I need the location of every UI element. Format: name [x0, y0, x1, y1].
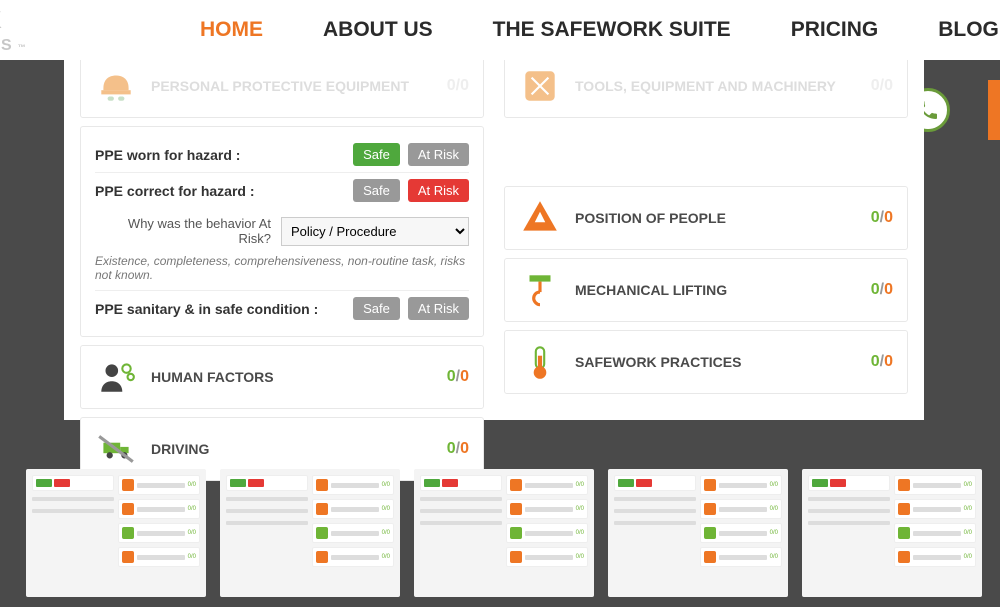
ratio: 0/0	[447, 77, 469, 95]
nav-about[interactable]: ABOUT US	[323, 18, 433, 42]
safe-button[interactable]: Safe	[353, 297, 400, 320]
sub-label: PPE worn for hazard :	[95, 147, 345, 163]
card-title: SAFEWORK PRACTICES	[575, 354, 857, 370]
atrisk-button[interactable]: At Risk	[408, 143, 469, 166]
reason-select[interactable]: Policy / Procedure	[281, 217, 469, 246]
warning-icon	[519, 197, 561, 239]
hint-text: Existence, completeness, comprehensivene…	[95, 250, 469, 290]
ratio: 0/0	[871, 353, 893, 371]
atrisk-button[interactable]: At Risk	[408, 179, 469, 202]
ratio: 0/0	[871, 77, 893, 95]
right-column: TOOLS, EQUIPMENT AND MACHINERY 0/0 POSIT…	[504, 54, 908, 481]
card-title: DRIVING	[151, 441, 433, 457]
thumbnail[interactable]: 0/0 0/0 0/0 0/0	[220, 469, 400, 597]
ratio: 0/0	[447, 440, 469, 458]
safe-button[interactable]: Safe	[353, 179, 400, 202]
ratio: 0/0	[871, 209, 893, 227]
card-mechanical-lifting[interactable]: MECHANICAL LIFTING 0/0	[504, 258, 908, 322]
card-title: HUMAN FACTORS	[151, 369, 433, 385]
ratio: 0/0	[871, 281, 893, 299]
thumbnail-strip: 0/0 0/0 0/0 0/0 0/0 0/0 0/0 0/0 0/0 0/0 …	[26, 469, 1000, 597]
nav-home[interactable]: HOME	[200, 18, 263, 42]
logo: RK ONS™	[0, 10, 28, 53]
card-tools[interactable]: TOOLS, EQUIPMENT AND MACHINERY 0/0	[504, 54, 908, 118]
left-column: PERSONAL PROTECTIVE EQUIPMENT 0/0 PPE wo…	[80, 54, 484, 481]
thumbnail[interactable]: 0/0 0/0 0/0 0/0	[802, 469, 982, 597]
sub-label: PPE sanitary & in safe condition :	[95, 301, 345, 317]
why-label: Why was the behavior At Risk?	[95, 216, 271, 246]
orange-side-strip	[988, 80, 1000, 140]
card-ppe[interactable]: PERSONAL PROTECTIVE EQUIPMENT 0/0	[80, 54, 484, 118]
person-gear-icon	[95, 356, 137, 398]
card-title: POSITION OF PEOPLE	[575, 210, 857, 226]
nav-blog[interactable]: BLOG	[938, 18, 999, 42]
thermometer-icon	[519, 341, 561, 383]
top-nav-bar: RK ONS™ HOME ABOUT US THE SAFEWORK SUITE…	[0, 0, 1000, 60]
nav: HOME ABOUT US THE SAFEWORK SUITE PRICING…	[200, 18, 999, 42]
safe-button[interactable]: Safe	[353, 143, 400, 166]
ratio: 0/0	[447, 368, 469, 386]
card-human-factors[interactable]: HUMAN FACTORS 0/0	[80, 345, 484, 409]
card-title: PERSONAL PROTECTIVE EQUIPMENT	[151, 78, 433, 94]
card-position[interactable]: POSITION OF PEOPLE 0/0	[504, 186, 908, 250]
card-title: TOOLS, EQUIPMENT AND MACHINERY	[575, 78, 857, 94]
nav-suite[interactable]: THE SAFEWORK SUITE	[493, 18, 731, 42]
thumbnail[interactable]: 0/0 0/0 0/0 0/0	[414, 469, 594, 597]
nav-pricing[interactable]: PRICING	[791, 18, 879, 42]
tools-icon	[519, 65, 561, 107]
hook-icon	[519, 269, 561, 311]
sub-label: PPE correct for hazard :	[95, 183, 345, 199]
truck-icon	[95, 428, 137, 470]
atrisk-button[interactable]: At Risk	[408, 297, 469, 320]
card-title: MECHANICAL LIFTING	[575, 282, 857, 298]
hardhat-icon	[95, 65, 137, 107]
card-safework-practices[interactable]: SAFEWORK PRACTICES 0/0	[504, 330, 908, 394]
ppe-sub-block: PPE worn for hazard : Safe At Risk PPE c…	[80, 126, 484, 337]
main-panel: Observations PERSONAL PROTECTIVE EQUIPME…	[64, 0, 924, 420]
thumbnail[interactable]: 0/0 0/0 0/0 0/0	[26, 469, 206, 597]
thumbnail[interactable]: 0/0 0/0 0/0 0/0	[608, 469, 788, 597]
